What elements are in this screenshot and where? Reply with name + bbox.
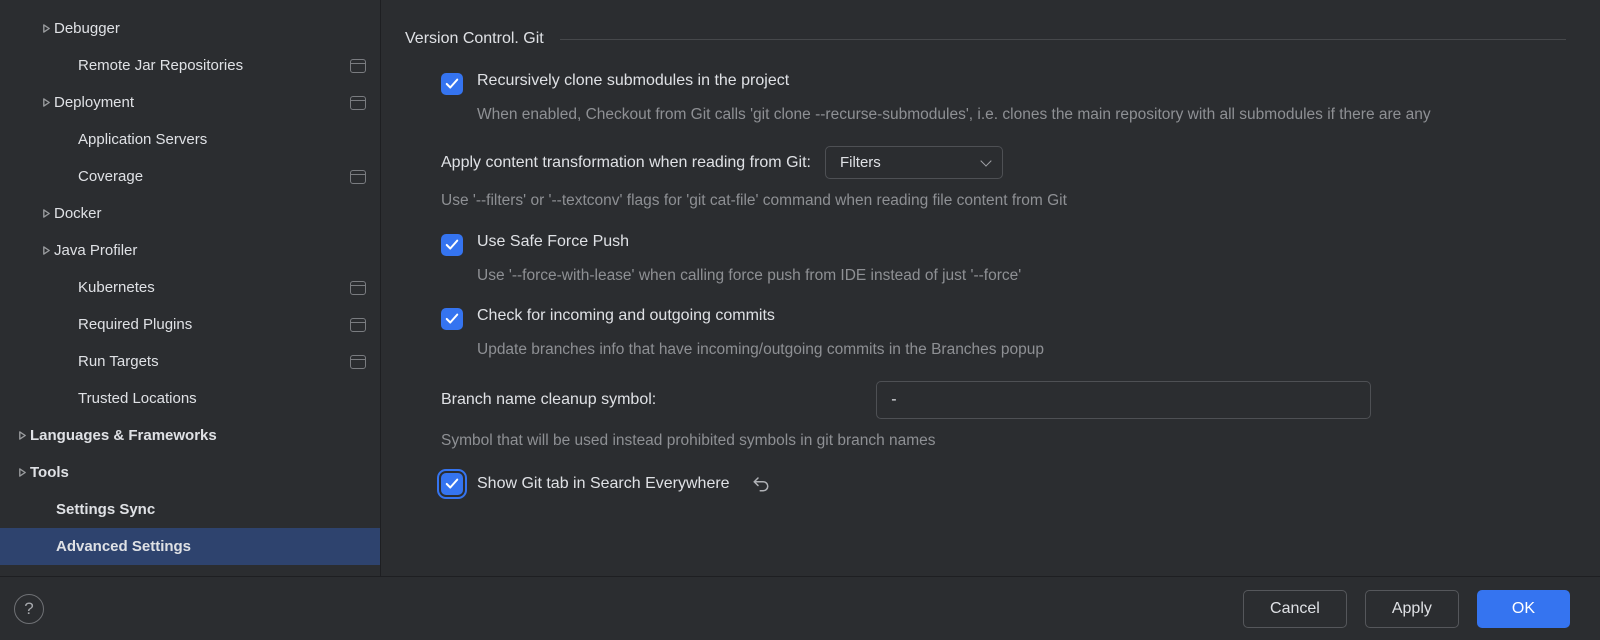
- tree-item-label: Java Profiler: [54, 242, 366, 259]
- tree-item-languages-frameworks[interactable]: Languages & Frameworks: [0, 417, 380, 454]
- checkbox-safe-force-push[interactable]: [441, 234, 463, 256]
- desc-cleanup-symbol: Symbol that will be used instead prohibi…: [441, 429, 1566, 452]
- tree-item-remote-jar-repositories[interactable]: Remote Jar Repositories: [0, 47, 380, 84]
- label-content-transform: Apply content transformation when readin…: [441, 154, 811, 172]
- tree-item-settings-sync[interactable]: Settings Sync: [0, 491, 380, 528]
- dialog-footer: ? Cancel Apply OK: [0, 576, 1600, 640]
- apply-button[interactable]: Apply: [1365, 590, 1459, 628]
- chevron-right-icon: [38, 246, 54, 255]
- label-safe-force-push: Use Safe Force Push: [477, 233, 629, 251]
- chevron-right-icon: [14, 468, 30, 477]
- reset-icon[interactable]: [752, 475, 770, 493]
- tree-item-trusted-locations[interactable]: Trusted Locations: [0, 380, 380, 417]
- tree-item-label: Docker: [54, 205, 366, 222]
- label-cleanup-symbol: Branch name cleanup symbol:: [441, 391, 656, 409]
- help-button[interactable]: ?: [14, 594, 44, 624]
- chevron-right-icon: [38, 98, 54, 107]
- tree-item-label: Tools: [30, 464, 366, 481]
- tree-item-java-profiler[interactable]: Java Profiler: [0, 232, 380, 269]
- label-recurse-submodules: Recursively clone submodules in the proj…: [477, 72, 789, 90]
- tree-item-advanced-settings[interactable]: Advanced Settings: [0, 528, 380, 565]
- tree-item-label: Remote Jar Repositories: [78, 57, 350, 74]
- tree-item-label: Languages & Frameworks: [30, 427, 366, 444]
- project-scope-icon: [350, 170, 366, 184]
- chevron-right-icon: [38, 24, 54, 33]
- tree-item-debugger[interactable]: Debugger: [0, 10, 380, 47]
- check-icon: [445, 238, 459, 252]
- desc-safe-force-push: Use '--force-with-lease' when calling fo…: [477, 264, 1566, 287]
- help-icon: ?: [24, 599, 33, 619]
- undo-arrow-icon: [752, 475, 770, 493]
- tree-item-docker[interactable]: Docker: [0, 195, 380, 232]
- tree-item-label: Trusted Locations: [78, 390, 366, 407]
- checkbox-recurse-submodules[interactable]: [441, 73, 463, 95]
- tree-item-label: Advanced Settings: [56, 538, 366, 555]
- tree-item-coverage[interactable]: Coverage: [0, 158, 380, 195]
- check-icon: [445, 312, 459, 326]
- project-scope-icon: [350, 355, 366, 369]
- check-icon: [445, 477, 459, 491]
- project-scope-icon: [350, 281, 366, 295]
- tree-item-label: Deployment: [54, 94, 350, 111]
- tree-item-label: Run Targets: [78, 353, 350, 370]
- project-scope-icon: [350, 318, 366, 332]
- desc-recurse-submodules: When enabled, Checkout from Git calls 'g…: [477, 103, 1566, 126]
- dropdown-content-transform[interactable]: Filters: [825, 146, 1003, 179]
- checkbox-incoming-outgoing[interactable]: [441, 308, 463, 330]
- tree-item-kubernetes[interactable]: Kubernetes: [0, 269, 380, 306]
- tree-item-run-targets[interactable]: Run Targets: [0, 343, 380, 380]
- tree-item-application-servers[interactable]: Application Servers: [0, 121, 380, 158]
- tree-item-label: Coverage: [78, 168, 350, 185]
- ok-button[interactable]: OK: [1477, 590, 1570, 628]
- dropdown-value: Filters: [840, 154, 881, 171]
- tree-item-label: Debugger: [54, 20, 366, 37]
- label-git-tab-search-everywhere: Show Git tab in Search Everywhere: [477, 475, 730, 493]
- cancel-button[interactable]: Cancel: [1243, 590, 1347, 628]
- checkbox-git-tab-search-everywhere[interactable]: [441, 473, 463, 495]
- tree-item-deployment[interactable]: Deployment: [0, 84, 380, 121]
- chevron-right-icon: [14, 431, 30, 440]
- tree-item-required-plugins[interactable]: Required Plugins: [0, 306, 380, 343]
- tree-item-label: Settings Sync: [56, 501, 366, 518]
- page-title: Version Control. Git: [405, 30, 544, 48]
- label-incoming-outgoing: Check for incoming and outgoing commits: [477, 307, 775, 325]
- tree-item-tools[interactable]: Tools: [0, 454, 380, 491]
- desc-content-transform: Use '--filters' or '--textconv' flags fo…: [441, 189, 1566, 212]
- tree-item-label: Kubernetes: [78, 279, 350, 296]
- section-divider: [560, 39, 1566, 40]
- tree-item-label: Application Servers: [78, 131, 366, 148]
- project-scope-icon: [350, 96, 366, 110]
- project-scope-icon: [350, 59, 366, 73]
- chevron-right-icon: [38, 209, 54, 218]
- desc-incoming-outgoing: Update branches info that have incoming/…: [477, 338, 1566, 361]
- input-cleanup-symbol[interactable]: [876, 381, 1371, 419]
- chevron-down-icon: [980, 156, 991, 167]
- tree-item-label: Required Plugins: [78, 316, 350, 333]
- settings-content: Version Control. Git Recursively clone s…: [381, 0, 1600, 576]
- settings-tree: Debugger Remote Jar Repositories Deploymen…: [0, 0, 381, 576]
- check-icon: [445, 77, 459, 91]
